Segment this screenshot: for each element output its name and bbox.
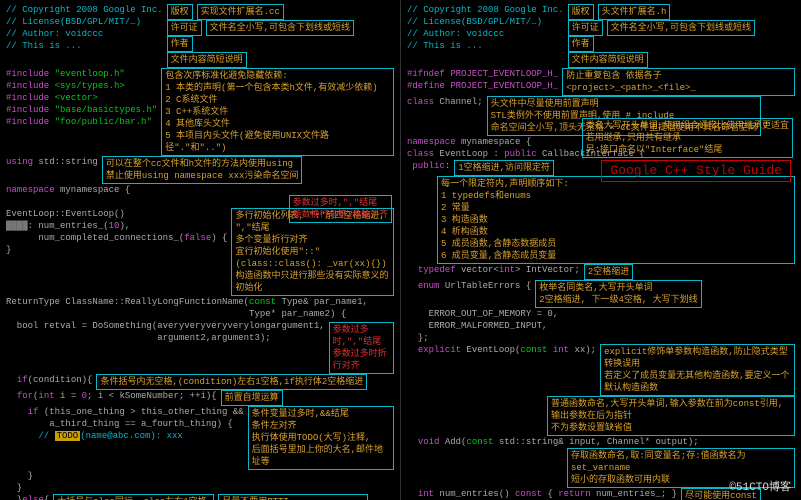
watermark: ©51CTO博客 [729,482,791,494]
cc-file-pane: // Copyright 2008 Google Inc. // License… [0,0,400,500]
h-file-pane: // Copyright 2008 Google Inc. // License… [400,0,801,500]
todo-badge: TODO [55,431,81,441]
include-order-note: 包含次序标准化避免隐藏依赖: 1 本类的声明(第一个包含本类h文件,有效减少依赖… [161,68,394,156]
copyright: // Copyright 2008 Google Inc. [6,4,163,16]
title-box: Google C++ Style Guide [601,160,791,182]
